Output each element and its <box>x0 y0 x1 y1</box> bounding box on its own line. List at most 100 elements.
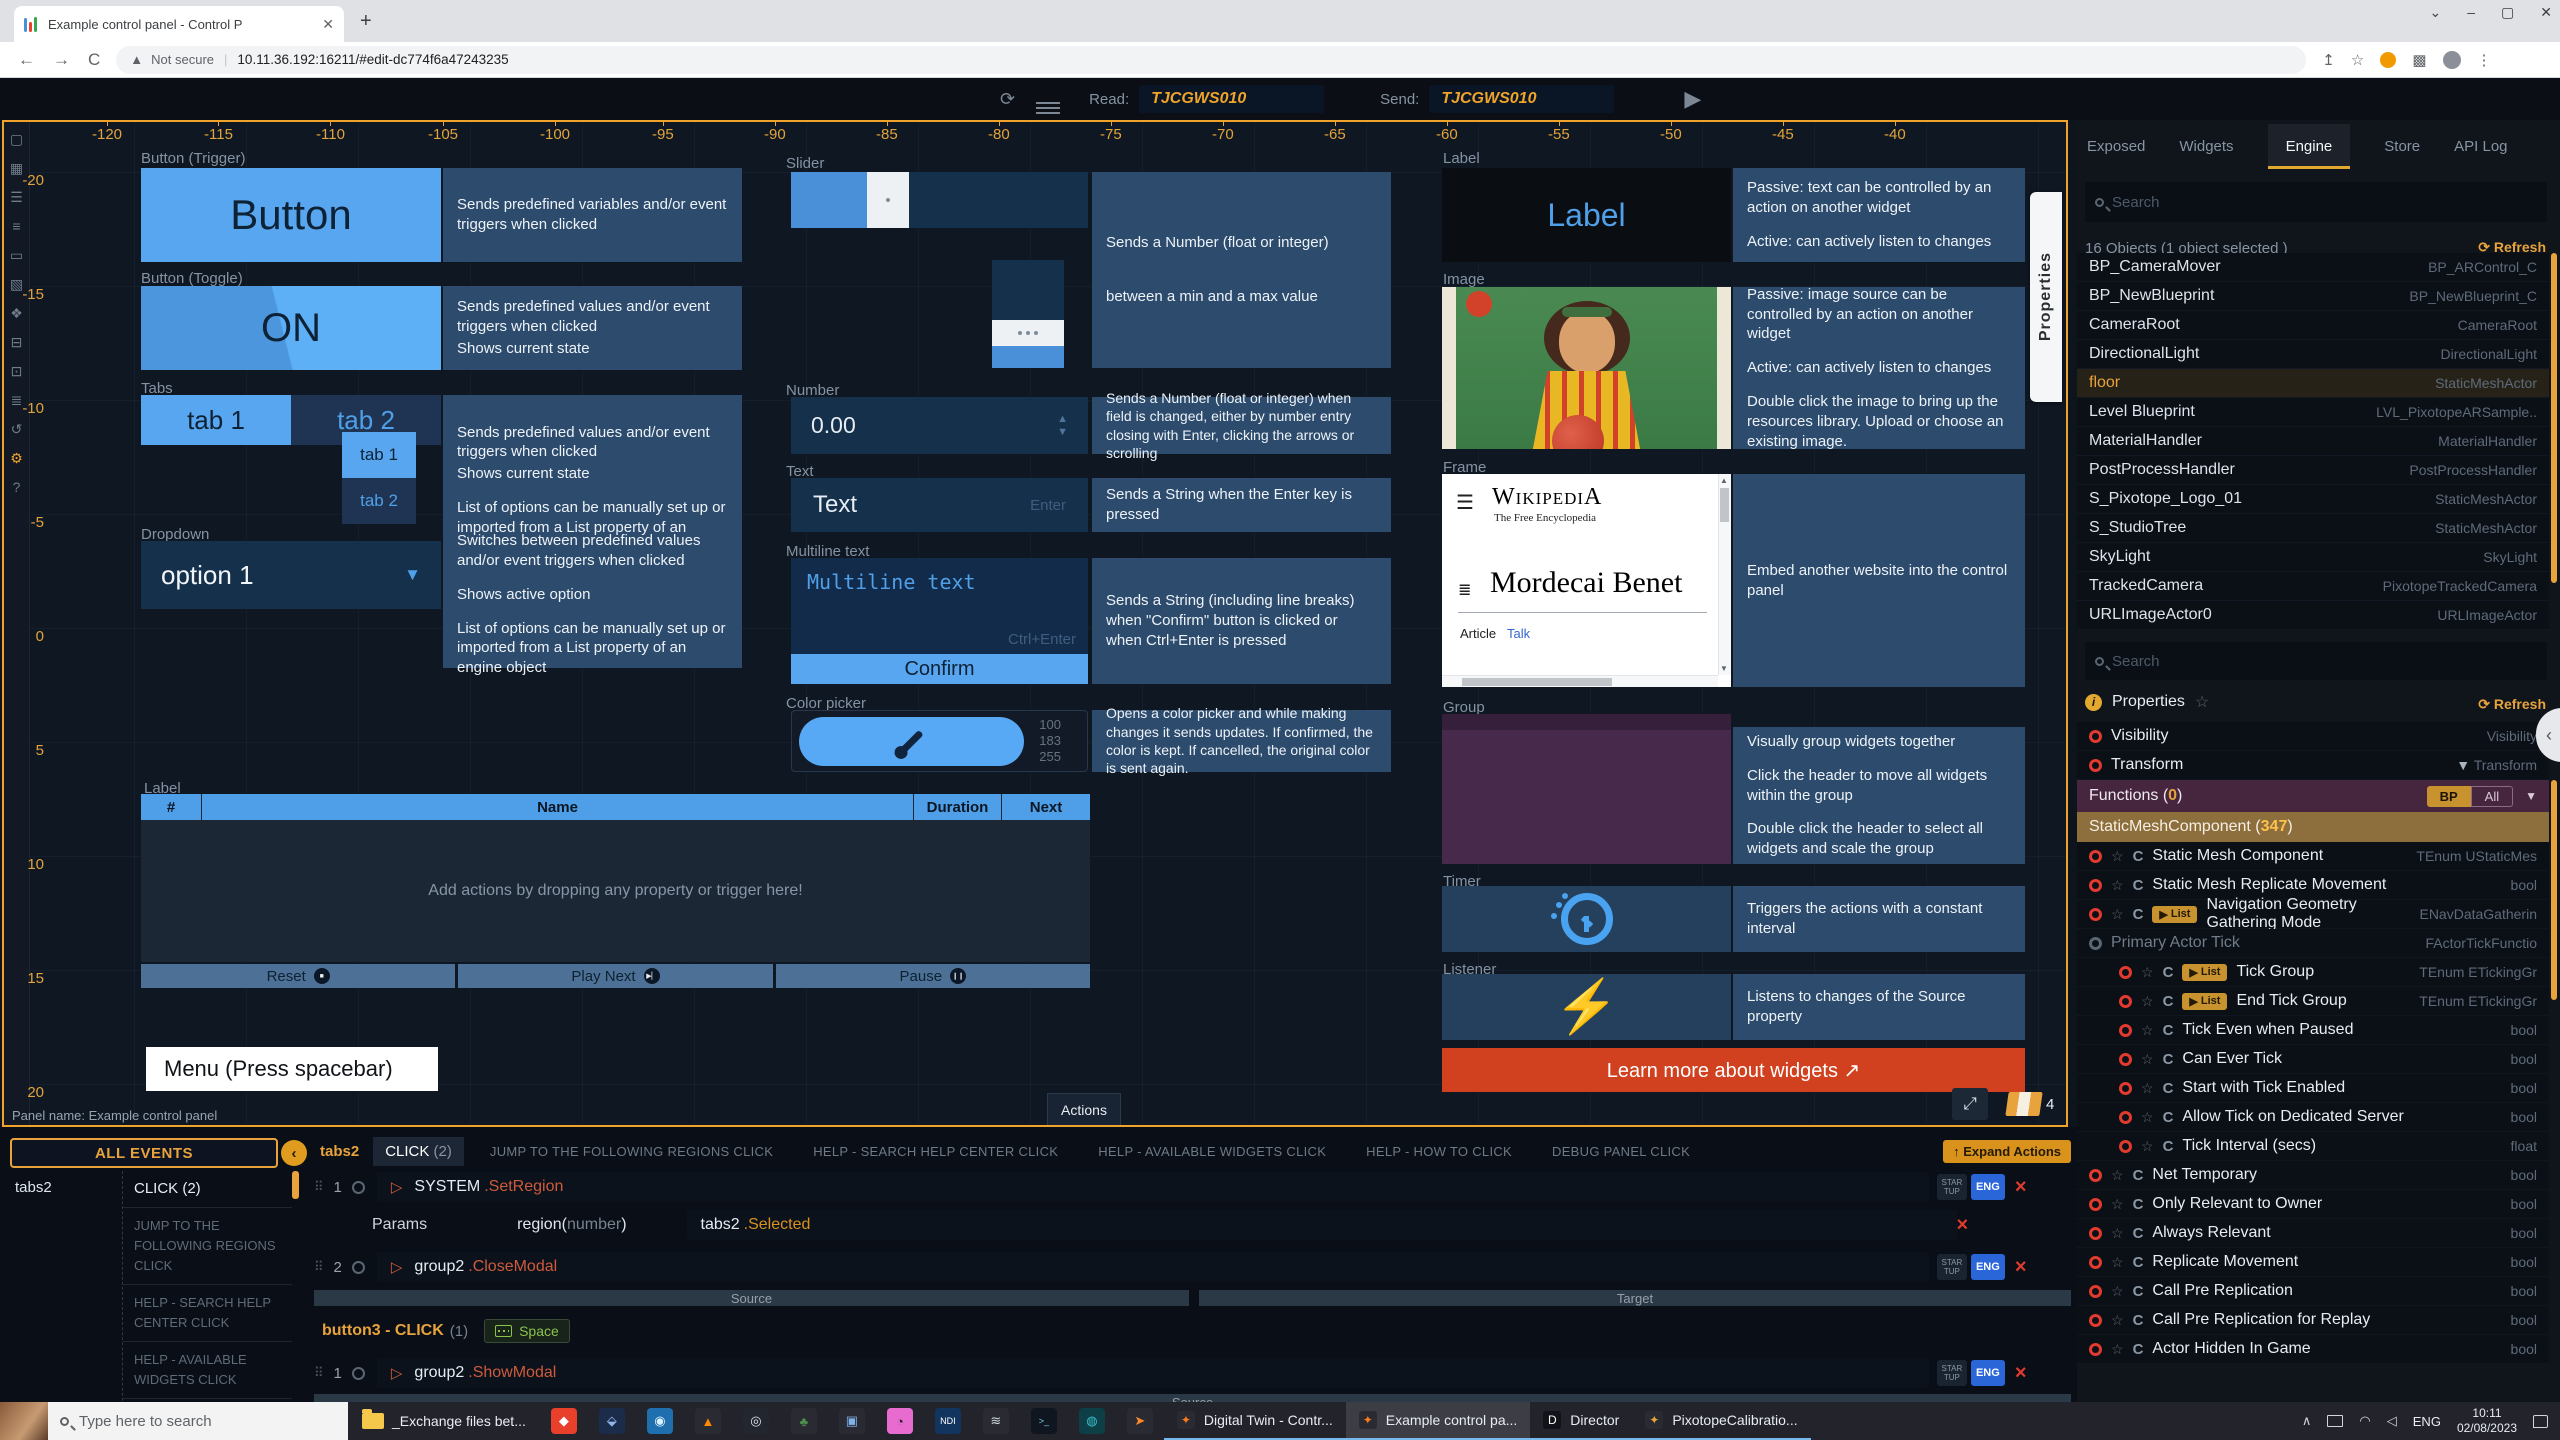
object-row[interactable]: CameraRootCameraRoot <box>2077 311 2549 340</box>
property-row[interactable]: ☆CStatic Mesh ComponentTEnum UStaticMes <box>2077 842 2549 871</box>
vertical-tab-1[interactable]: tab 1 <box>342 432 416 478</box>
tab-1[interactable]: tab 1 <box>141 395 291 445</box>
record-circle-icon[interactable] <box>2119 1053 2132 1066</box>
object-row[interactable]: S_StudioTreeStaticMeshActor <box>2077 514 2549 543</box>
record-circle-icon[interactable] <box>2089 730 2102 743</box>
database-icon[interactable]: ≋ <box>983 1408 1009 1434</box>
favorite-star-icon[interactable]: ☆ <box>2141 964 2154 981</box>
collapse-sidebar-icon[interactable]: ‹ <box>281 1140 307 1166</box>
favorite-star-icon[interactable]: ☆ <box>2111 1196 2124 1213</box>
timer-widget[interactable] <box>1442 886 1731 952</box>
notification-center-icon[interactable] <box>2533 1415 2548 1428</box>
button-trigger-widget[interactable]: Button <box>141 168 441 262</box>
record-circle-icon[interactable] <box>2089 1227 2102 1240</box>
action-row[interactable]: ⠿ 1 ▷ SYSTEM.SetRegion STARTUP ENG × <box>314 1172 2027 1202</box>
multiline-text-widget[interactable]: Multiline text Ctrl+Enter <box>791 558 1088 654</box>
wiki-talk-link[interactable]: Talk <box>1507 626 1530 641</box>
scrollbar-thumb[interactable] <box>292 1171 299 1199</box>
object-row[interactable]: S_Pixotope_Logo_01StaticMeshActor <box>2077 485 2549 514</box>
learn-more-button[interactable]: Learn more about widgets ↗ <box>1442 1048 2025 1092</box>
taskbar-app-button[interactable]: ✦PixotopeCalibratio... <box>1632 1402 1810 1440</box>
action-table-empty[interactable]: Add actions by dropping any property or … <box>141 820 1090 962</box>
object-row[interactable]: MaterialHandlerMaterialHandler <box>2077 427 2549 456</box>
extensions-puzzle-icon[interactable]: ▩ <box>2412 51 2426 69</box>
favorite-star-icon[interactable]: ☆ <box>2111 906 2124 923</box>
property-row[interactable]: ☆CActor Hidden In Gamebool <box>2077 1335 2549 1364</box>
target-bar[interactable]: Target <box>1199 1290 2071 1306</box>
play-button[interactable]: ▶ <box>1684 86 1701 112</box>
action-chip[interactable]: ▷ group2.CloseModal <box>377 1252 1929 1282</box>
slider-handle[interactable] <box>867 172 909 228</box>
obs-icon[interactable]: ◎ <box>743 1408 769 1434</box>
tab-exposed[interactable]: Exposed <box>2087 138 2145 155</box>
launcher-arrow-icon[interactable]: ➤ <box>1127 1408 1153 1434</box>
tab-search-icon[interactable]: ⌄ <box>2430 4 2442 21</box>
favorite-star-icon[interactable]: ☆ <box>2111 1254 2124 1271</box>
property-search-input[interactable]: Search <box>2085 642 2547 680</box>
record-circle-icon[interactable] <box>2089 1314 2102 1327</box>
event-list-item[interactable]: JUMP TO THE FOLLOWING REGIONS CLICK <box>123 1208 292 1285</box>
refresh-properties-button[interactable]: ⟳ Refresh <box>2478 696 2546 713</box>
object-row[interactable]: BP_NewBlueprintBP_NewBlueprint_C <box>2077 282 2549 311</box>
favorite-star-icon[interactable]: ☆ <box>2111 1341 2124 1358</box>
chevron-down-icon[interactable]: ▼ <box>2525 789 2537 803</box>
remote-pc-icon[interactable]: ▣ <box>839 1408 865 1434</box>
favorite-star-icon[interactable]: ☆ <box>2141 993 2154 1010</box>
favorite-star-icon[interactable]: ☆ <box>2111 848 2124 865</box>
profile-avatar[interactable] <box>2443 51 2461 69</box>
delete-param-icon[interactable]: × <box>1957 1214 1969 1237</box>
info-icon[interactable]: i <box>2085 694 2102 711</box>
explorer-window-button[interactable]: _Exchange files bet... <box>348 1402 540 1440</box>
properties-side-tab[interactable]: Properties <box>2030 192 2062 402</box>
tab-engine[interactable]: Engine <box>2268 124 2351 169</box>
color-swatch[interactable] <box>799 717 1024 766</box>
object-row[interactable]: floorStaticMeshActor <box>2077 369 2549 398</box>
property-row[interactable]: ☆C▶ListNavigation Geometry Gathering Mod… <box>2077 900 2549 929</box>
button-toggle-widget[interactable]: ON <box>141 286 441 370</box>
tree-app-icon[interactable]: ♣ <box>791 1408 817 1434</box>
play-next-button[interactable]: Play Next▶▏ <box>458 964 772 988</box>
property-row[interactable]: ☆COnly Relevant to Ownerbool <box>2077 1190 2549 1219</box>
property-row[interactable]: ☆CCall Pre Replicationbool <box>2077 1277 2549 1306</box>
functions-header-row[interactable]: Functions (0) BP All ▼ <box>2077 780 2549 812</box>
read-machine-field[interactable]: TJCGWS010 <box>1139 85 1324 113</box>
record-circle-icon[interactable] <box>2119 1111 2132 1124</box>
property-row[interactable]: ☆CTick Interval (secs)float <box>2077 1132 2549 1161</box>
record-circle-icon[interactable] <box>2089 759 2102 772</box>
property-row[interactable]: ☆CStart with Tick Enabledbool <box>2077 1074 2549 1103</box>
start-thumbnail[interactable] <box>0 1402 48 1440</box>
object-row[interactable]: TrackedCameraPixotopeTrackedCamera <box>2077 572 2549 601</box>
object-row[interactable]: DirectionalLightDirectionalLight <box>2077 340 2549 369</box>
action-chip[interactable]: ▷ group2.ShowModal <box>377 1358 1929 1388</box>
property-row[interactable]: ☆CTick Even when Pausedbool <box>2077 1016 2549 1045</box>
taskbar-search-input[interactable]: Type here to search <box>48 1402 348 1440</box>
record-circle-icon[interactable] <box>2119 1140 2132 1153</box>
reset-button[interactable]: Reset■ <box>141 964 455 988</box>
drag-handle-icon[interactable]: ⠿ <box>314 1259 322 1275</box>
object-row[interactable]: BP_CameraMoverBP_ARControl_C <box>2077 253 2549 282</box>
favorite-star-icon[interactable]: ☆ <box>2111 877 2124 894</box>
scrollbar-thumb[interactable] <box>2551 253 2557 583</box>
send-machine-field[interactable]: TJCGWS010 <box>1429 85 1614 113</box>
new-tab-button[interactable]: + <box>360 10 372 33</box>
object-row[interactable]: SkyLightSkyLight <box>2077 543 2549 572</box>
color-picker-widget[interactable]: 100 183 255 <box>791 710 1088 772</box>
frame-widget[interactable]: ☰ WikipediA The Free Encyclopedia ≣ Mord… <box>1442 474 1731 687</box>
event-tab[interactable]: DEBUG PANEL CLICK <box>1552 1144 1690 1159</box>
menu-kebab-icon[interactable]: ⋮ <box>2477 51 2492 69</box>
pixotope-hub-icon[interactable]: ◍ <box>1079 1408 1105 1434</box>
delete-action-icon[interactable]: × <box>2015 1362 2027 1385</box>
compass-app-icon[interactable]: ◔ <box>887 1408 913 1434</box>
reload-icon[interactable]: C <box>88 50 100 70</box>
vertical-tab-2[interactable]: tab 2 <box>342 478 416 524</box>
component-header-row[interactable]: StaticMeshComponent (347) <box>2077 812 2549 842</box>
tab-widgets[interactable]: Widgets <box>2179 138 2233 155</box>
play-action-icon[interactable]: ▷ <box>391 1364 403 1382</box>
hotkey-chip[interactable]: Space <box>484 1319 570 1343</box>
taskbar-app-button[interactable]: ✦Example control pa... <box>1346 1402 1531 1440</box>
text-input-widget[interactable]: Text Enter <box>791 478 1088 532</box>
vertical-scrollbar[interactable]: ▲▼ <box>1718 474 1731 675</box>
property-row[interactable]: ☆CNet Temporarybool <box>2077 1161 2549 1190</box>
event-list-item[interactable]: HELP - SEARCH HELP CENTER CLICK <box>123 1285 292 1342</box>
all-filter-button[interactable]: All <box>2471 786 2513 807</box>
